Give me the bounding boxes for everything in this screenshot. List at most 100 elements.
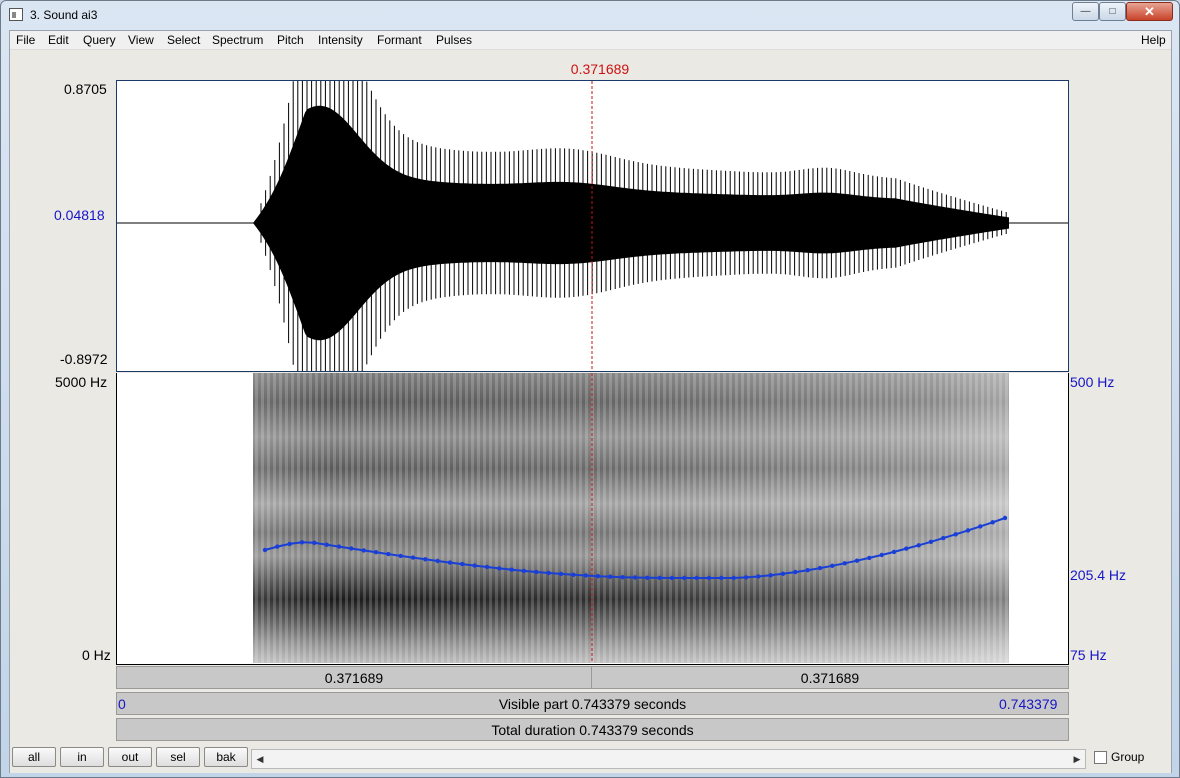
- menu-view[interactable]: View: [128, 33, 154, 47]
- menu-pitch[interactable]: Pitch: [277, 33, 304, 47]
- pitch-point: [854, 558, 860, 563]
- zoom-back-button[interactable]: bak: [204, 747, 248, 767]
- pitch-point: [978, 524, 983, 529]
- pitch-point: [361, 548, 366, 553]
- pitch-point: [842, 561, 847, 566]
- bottom-toolbar: all in out sel bak ◀ ▶ Group: [10, 744, 1171, 773]
- pitch-point: [780, 571, 786, 576]
- pitch-point: [928, 539, 934, 544]
- pitch-point: [743, 575, 749, 580]
- left-half-duration[interactable]: 0.371689: [117, 667, 592, 688]
- pitch-point: [460, 561, 465, 567]
- group-checkbox[interactable]: [1094, 751, 1107, 764]
- pitch-point: [571, 572, 576, 577]
- cursor-time-label: 0.371689: [570, 61, 630, 77]
- menu-file[interactable]: File: [16, 33, 35, 47]
- total-duration-text: Total duration 0.743379 seconds: [491, 721, 694, 738]
- spectrogram-plot: [253, 373, 1009, 663]
- pitch-point: [756, 574, 761, 579]
- right-half-duration[interactable]: 0.371689: [592, 667, 1068, 688]
- minimize-button[interactable]: —: [1072, 2, 1099, 21]
- pitch-point: [349, 546, 354, 551]
- visible-part-text: Visible part 0.743379 seconds: [498, 695, 687, 712]
- zoom-in-button[interactable]: in: [60, 747, 104, 767]
- menu-edit[interactable]: Edit: [48, 33, 69, 47]
- menu-query[interactable]: Query: [83, 33, 116, 47]
- spectrogram-top-freq-label: 5000 Hz: [55, 374, 108, 390]
- pitch-point: [941, 535, 946, 541]
- sound-editor-window: 3. Sound ai3 — □ ✕ File Edit Query View …: [0, 0, 1180, 778]
- pitch-point: [719, 575, 724, 581]
- pitch-cursor-label: 205.4 Hz: [1070, 567, 1127, 583]
- waveform-zero-label: 0.04818: [54, 207, 105, 223]
- spectrogram-shading: [253, 373, 1009, 663]
- pitch-point: [373, 550, 379, 555]
- pitch-bottom-label: 75 Hz: [1070, 647, 1107, 663]
- pitch-point: [546, 570, 551, 576]
- title-bar: 3. Sound ai3 — □ ✕: [1, 1, 1179, 29]
- total-duration-bar[interactable]: Total duration 0.743379 seconds: [116, 718, 1069, 741]
- menu-intensity[interactable]: Intensity: [318, 33, 363, 47]
- pitch-point: [398, 553, 403, 559]
- pitch-point: [965, 528, 971, 533]
- pitch-top-label: 500 Hz: [1070, 374, 1115, 390]
- pitch-point: [731, 575, 736, 581]
- pitch-point: [1002, 515, 1008, 521]
- pitch-point: [645, 575, 650, 580]
- pitch-point: [324, 542, 329, 547]
- close-button[interactable]: ✕: [1126, 2, 1173, 21]
- pitch-point: [682, 575, 687, 581]
- visible-start-time: 0: [118, 696, 126, 712]
- pitch-point: [620, 575, 625, 580]
- pitch-point: [435, 558, 440, 564]
- group-label: Group: [1111, 750, 1145, 764]
- pitch-point: [830, 563, 835, 568]
- visible-part-bar[interactable]: Visible part 0.743379 seconds: [116, 692, 1069, 715]
- menu-pulses[interactable]: Pulses: [436, 33, 472, 47]
- pitch-point: [990, 520, 995, 525]
- spectrogram-panel[interactable]: [116, 373, 1069, 665]
- scroll-left-icon[interactable]: ◀: [252, 750, 268, 768]
- editor-client-area: File Edit Query View Select Spectrum Pit…: [9, 30, 1172, 773]
- waveform-plot: [117, 81, 1068, 371]
- pitch-point: [669, 575, 675, 581]
- maximize-button[interactable]: □: [1099, 2, 1126, 21]
- pitch-point: [706, 575, 712, 581]
- menu-help[interactable]: Help: [1141, 33, 1166, 47]
- pitch-point: [879, 552, 884, 558]
- pitch-point: [534, 569, 539, 575]
- pitch-point: [891, 549, 897, 555]
- pitch-point: [287, 541, 292, 547]
- horizontal-scrollbar[interactable]: ◀ ▶: [251, 749, 1086, 769]
- pitch-point: [608, 574, 613, 579]
- pitch-point: [472, 563, 477, 568]
- scroll-right-icon[interactable]: ▶: [1069, 750, 1085, 768]
- pitch-point: [632, 575, 638, 580]
- pitch-point: [275, 544, 280, 549]
- pitch-point: [558, 571, 564, 577]
- cursor-time-bar[interactable]: 0.371689 0.371689: [116, 666, 1069, 689]
- pitch-point: [694, 575, 699, 581]
- menu-bar: File Edit Query View Select Spectrum Pit…: [10, 31, 1171, 50]
- pitch-point: [509, 567, 514, 572]
- pitch-point: [904, 546, 909, 551]
- zoom-selection-button[interactable]: sel: [156, 747, 200, 767]
- pitch-point: [805, 568, 810, 573]
- pitch-point: [410, 555, 416, 560]
- pitch-point: [817, 565, 823, 571]
- pitch-point: [447, 560, 453, 565]
- praat-app-icon: [9, 8, 23, 21]
- pitch-point: [867, 555, 872, 561]
- zoom-out-button[interactable]: out: [108, 747, 152, 767]
- waveform-panel[interactable]: [116, 80, 1069, 372]
- pitch-point: [336, 544, 342, 549]
- pitch-point: [299, 540, 305, 545]
- waveform-max-label: 0.8705: [64, 81, 107, 97]
- window-title: 3. Sound ai3: [30, 8, 98, 22]
- menu-spectrum[interactable]: Spectrum: [212, 33, 263, 47]
- spectrogram-bottom-freq-label: 0 Hz: [82, 647, 111, 663]
- menu-select[interactable]: Select: [167, 33, 200, 47]
- zoom-all-button[interactable]: all: [12, 747, 56, 767]
- menu-formant[interactable]: Formant: [377, 33, 422, 47]
- pitch-point: [497, 566, 502, 571]
